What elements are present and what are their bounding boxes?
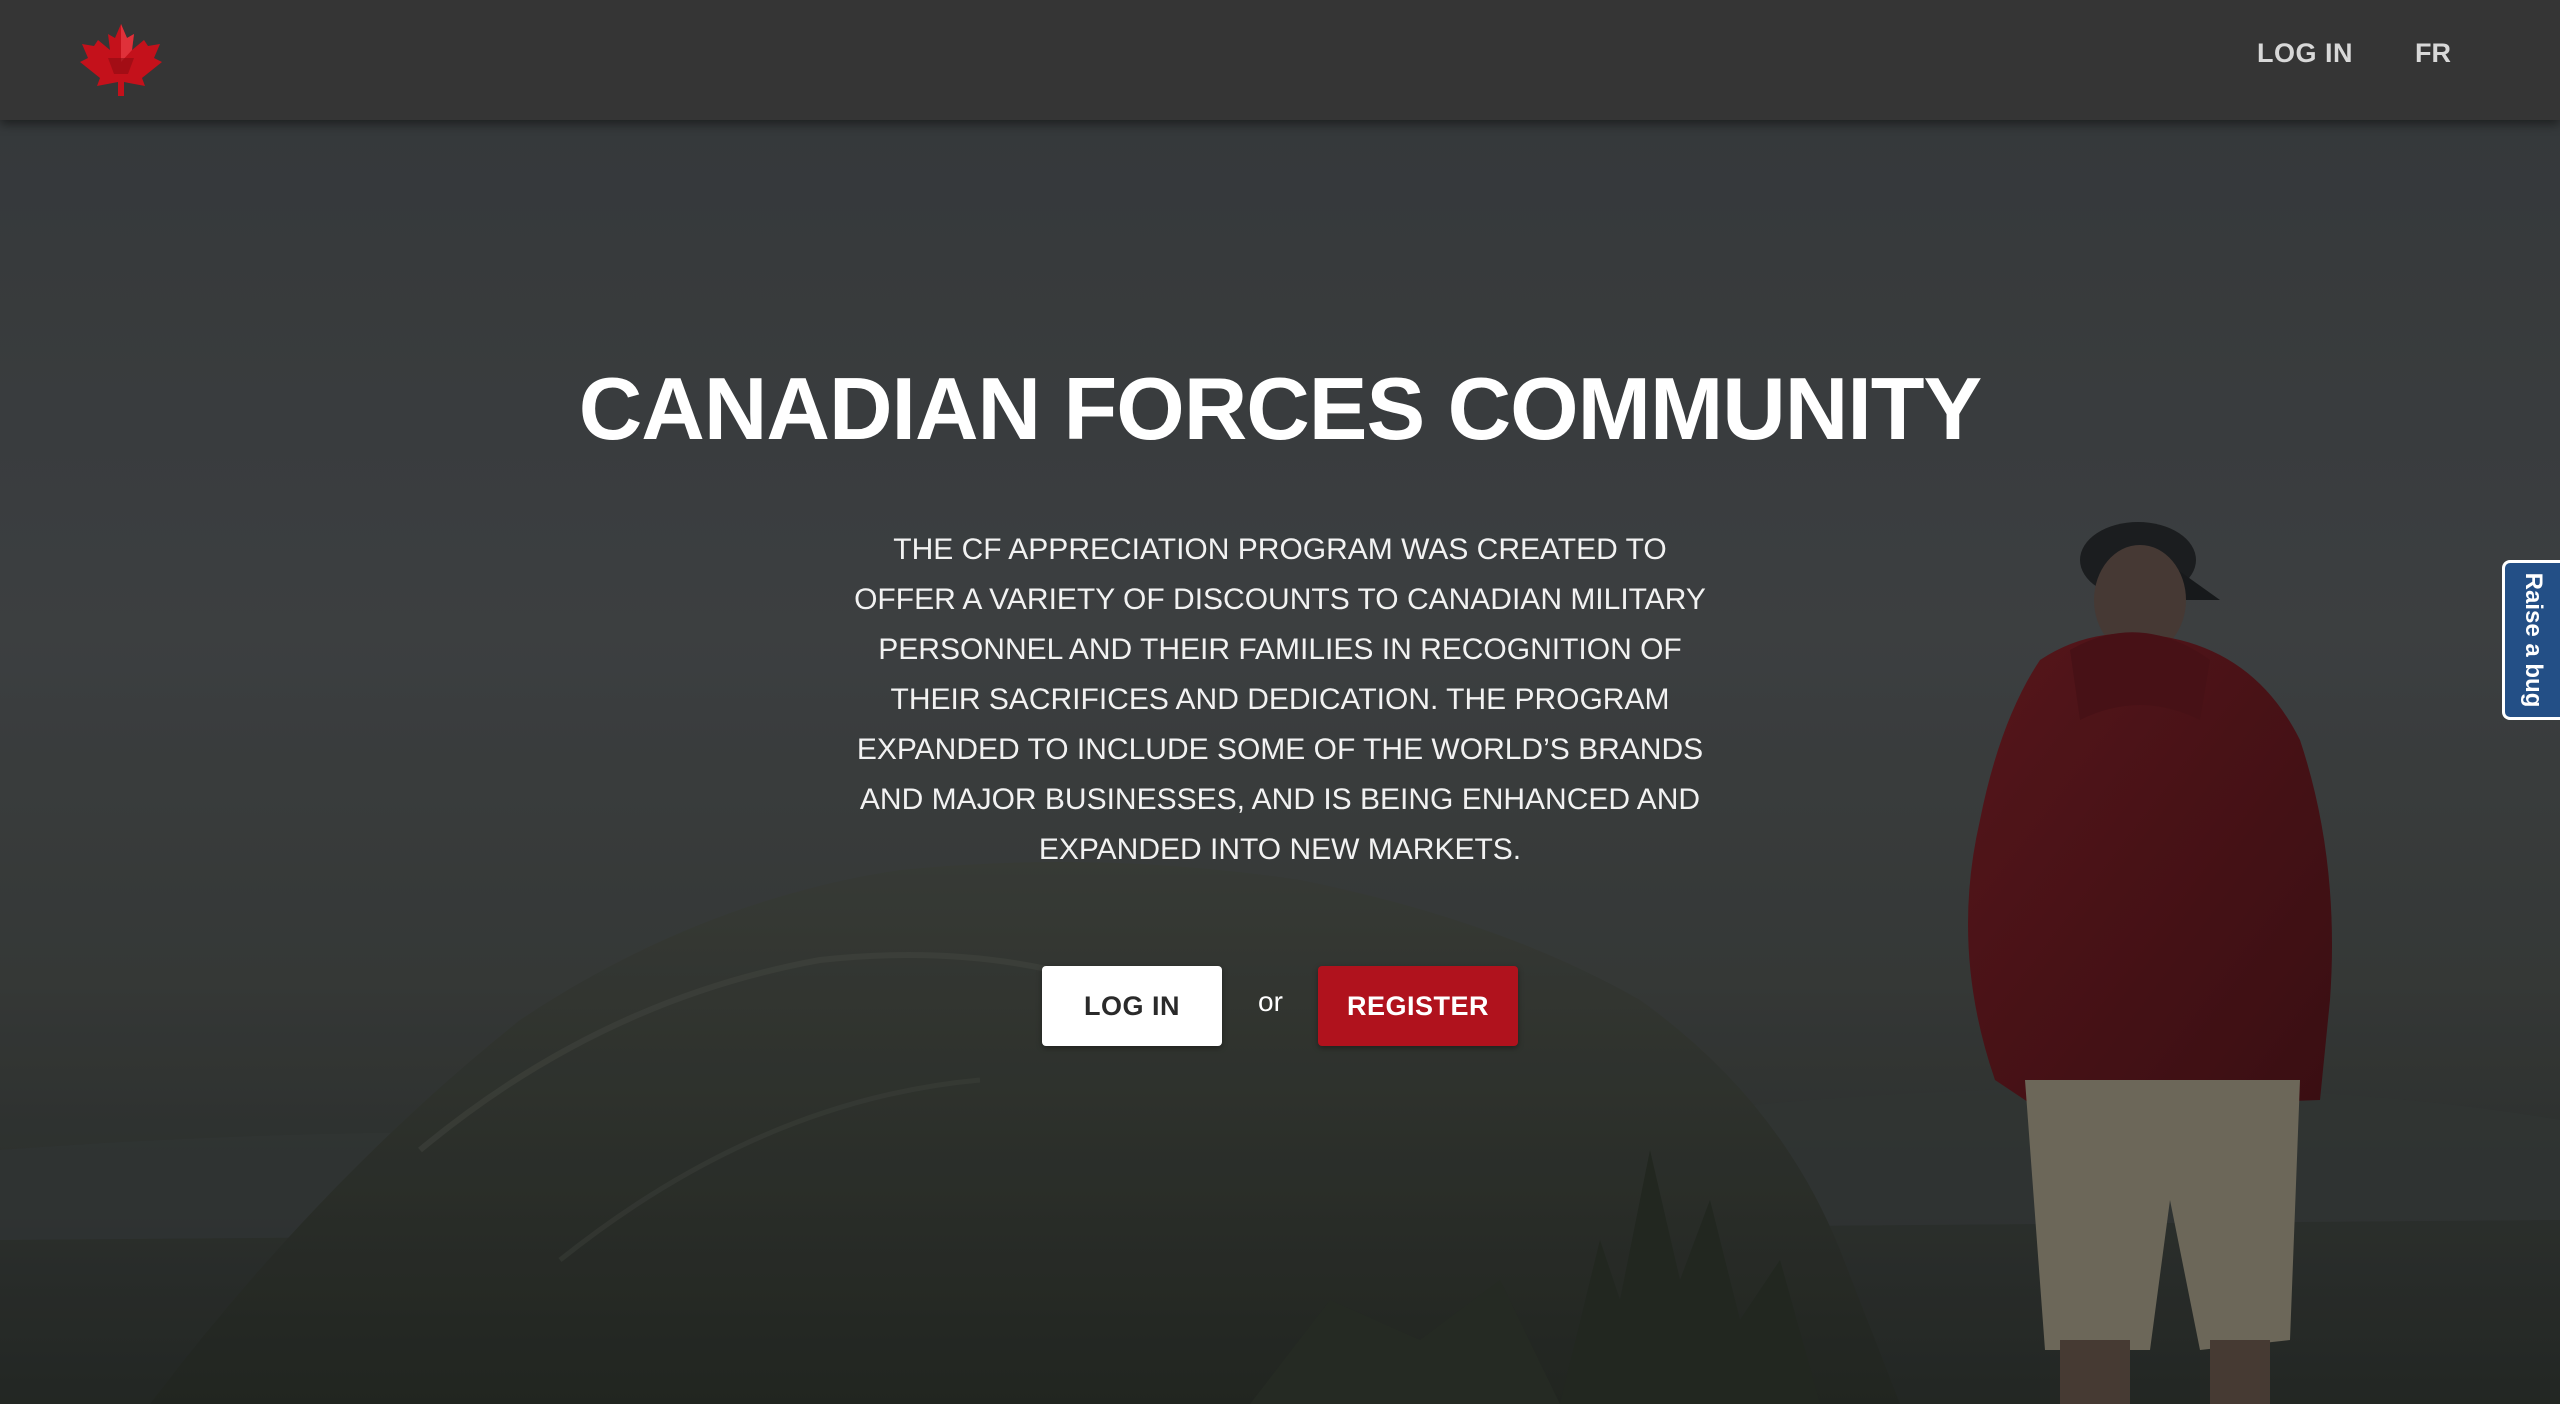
page-title: CANADIAN FORCES COMMUNITY <box>578 359 1983 458</box>
raise-bug-tab[interactable]: Raise a bug <box>2502 560 2560 720</box>
landing-page: LOG IN FR CANADIAN FORCES COMMUNITY THE … <box>0 0 2560 1404</box>
raise-bug-label: Raise a bug <box>2519 572 2547 708</box>
login-button[interactable]: LOG IN <box>1042 966 1222 1046</box>
or-separator: or <box>1258 986 1283 1017</box>
language-toggle-link[interactable]: FR <box>2415 38 2451 69</box>
hero-section: CANADIAN FORCES COMMUNITY THE CF APPRECI… <box>0 0 2560 1404</box>
program-description: THE CF APPRECIATION PROGRAM WAS CREATED … <box>854 533 1706 866</box>
maple-leaf-icon[interactable] <box>78 22 164 98</box>
top-navbar: LOG IN FR <box>0 0 2560 120</box>
nav-login-link[interactable]: LOG IN <box>2257 38 2353 69</box>
cta-buttons: LOG IN or REGISTER <box>0 966 2560 1046</box>
register-button[interactable]: REGISTER <box>1318 966 1518 1046</box>
